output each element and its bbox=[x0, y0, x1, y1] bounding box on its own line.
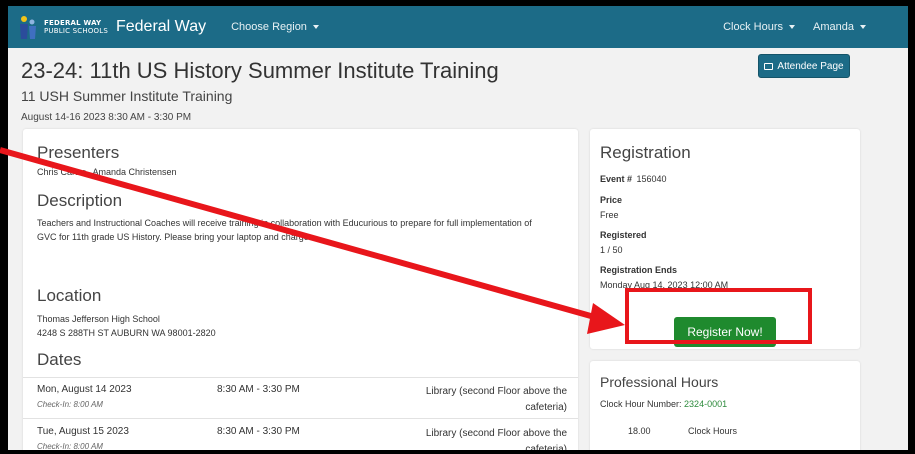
page-title: 23-24: 11th US History Summer Institute … bbox=[21, 58, 499, 83]
presenters-heading: Presenters bbox=[37, 143, 120, 162]
date-row: Mon, August 14 2023 Check-In: 8:00 AM 8:… bbox=[23, 377, 578, 419]
professional-hours-panel: Professional Hours Clock Hour Number: 23… bbox=[590, 361, 860, 450]
date-day: Mon, August 14 2023 bbox=[37, 384, 132, 395]
page-subtitle: 11 USH Summer Institute Training bbox=[21, 88, 233, 104]
date-time: 8:30 AM - 3:30 PM bbox=[217, 384, 300, 395]
event-number: 156040 bbox=[636, 174, 667, 184]
registration-heading: Registration bbox=[600, 143, 691, 162]
date-row: Tue, August 15 2023 Check-In: 8:00 AM 8:… bbox=[23, 420, 578, 450]
event-date-time: August 14-16 2023 8:30 AM - 3:30 PM bbox=[21, 112, 192, 123]
event-details-panel: Presenters Chris Carter Amanda Christens… bbox=[23, 129, 578, 450]
registered-label: Registered bbox=[600, 230, 647, 240]
choose-region-label: Choose Region bbox=[231, 21, 307, 33]
registration-ends-label: Registration Ends bbox=[600, 265, 678, 275]
clock-hour-number: 2324-0001 bbox=[684, 399, 728, 409]
user-menu[interactable]: Amanda bbox=[813, 21, 866, 33]
date-checkin: Check-In: 8:00 AM bbox=[37, 442, 103, 450]
presenter-names: Chris Carter Amanda Christensen bbox=[37, 167, 177, 177]
app-window: FEDERAL WAY PUBLIC SCHOOLS Federal Way C… bbox=[8, 6, 908, 450]
chevron-down-icon bbox=[860, 25, 866, 29]
date-checkin: Check-In: 8:00 AM bbox=[37, 400, 103, 409]
top-navbar: FEDERAL WAY PUBLIC SCHOOLS Federal Way C… bbox=[8, 6, 908, 48]
event-number-line: Event # 156040 bbox=[600, 169, 667, 187]
attendee-page-button[interactable]: Attendee Page bbox=[758, 54, 850, 78]
location-heading: Location bbox=[37, 286, 102, 305]
date-time: 8:30 AM - 3:30 PM bbox=[217, 426, 300, 437]
price-value: Free bbox=[600, 210, 619, 220]
location-address: 4248 S 288TH ST AUBURN WA 98001-2820 bbox=[37, 328, 216, 338]
clock-hours-label: Clock Hours bbox=[723, 21, 784, 33]
highlight-box bbox=[625, 288, 812, 344]
event-number-label: Event # bbox=[600, 174, 633, 184]
brand-name[interactable]: Federal Way bbox=[116, 18, 206, 36]
hours-label: Clock Hours bbox=[688, 426, 738, 436]
clock-hour-label: Clock Hour Number: bbox=[600, 399, 682, 409]
chevron-down-icon bbox=[789, 25, 796, 29]
choose-region-menu[interactable]: Choose Region bbox=[231, 21, 319, 33]
price-label: Price bbox=[600, 195, 623, 205]
professional-hours-heading: Professional Hours bbox=[600, 374, 719, 390]
dates-heading: Dates bbox=[37, 350, 82, 369]
registered-value: 1 / 50 bbox=[600, 245, 623, 255]
district-logo[interactable]: FEDERAL WAY PUBLIC SCHOOLS bbox=[18, 14, 108, 40]
monitor-icon bbox=[764, 62, 774, 70]
chevron-down-icon bbox=[312, 25, 319, 29]
clock-hour-line: Clock Hour Number: 2324-0001 bbox=[600, 399, 727, 409]
date-day: Tue, August 15 2023 bbox=[37, 426, 129, 437]
description-heading: Description bbox=[37, 191, 123, 210]
logo-figures-icon bbox=[18, 14, 38, 40]
date-location: Library (second Floor above the cafeteri… bbox=[425, 386, 567, 413]
user-name: Amanda bbox=[813, 21, 854, 33]
hours-value: 18.00 bbox=[628, 426, 651, 436]
description-text: Teachers and Instructional Coaches will … bbox=[37, 218, 532, 242]
logo-line-2: PUBLIC SCHOOLS bbox=[44, 27, 108, 35]
location-name: Thomas Jefferson High School bbox=[37, 314, 160, 324]
date-location: Library (second Floor above the cafeteri… bbox=[425, 428, 567, 450]
logo-line-1: FEDERAL WAY bbox=[44, 19, 102, 27]
clock-hours-menu[interactable]: Clock Hours bbox=[723, 21, 796, 33]
attendee-page-label: Attendee Page bbox=[777, 60, 844, 72]
